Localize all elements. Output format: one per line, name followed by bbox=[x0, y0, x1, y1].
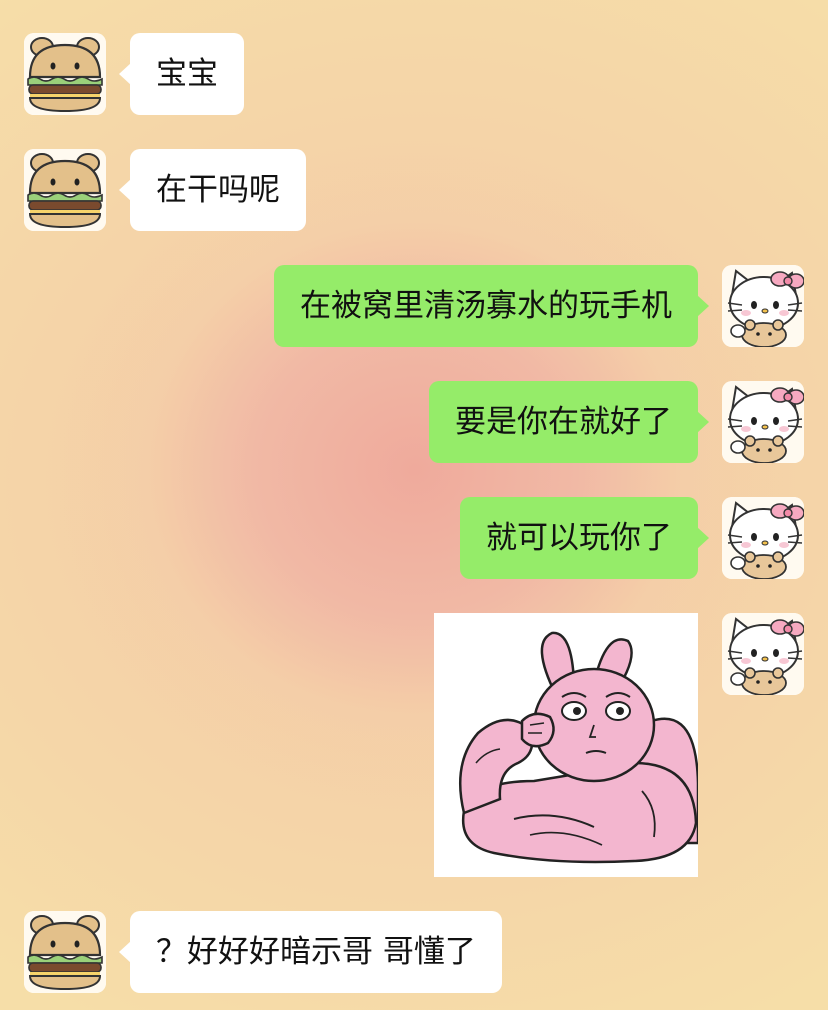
message-bubble-outgoing[interactable]: 要是你在就好了 bbox=[429, 381, 709, 463]
sticker-message[interactable] bbox=[434, 613, 698, 877]
hamburger-bear-icon bbox=[24, 33, 106, 115]
message-bubble-incoming[interactable]: ？好好好暗示哥 哥懂了 bbox=[119, 911, 502, 993]
message-text: 在被窝里清汤寡水的玩手机 bbox=[300, 288, 672, 324]
message-text: 要是你在就好了 bbox=[455, 404, 672, 440]
hello-kitty-avatar[interactable] bbox=[722, 381, 804, 463]
hello-kitty-avatar[interactable] bbox=[722, 497, 804, 579]
message-bubble-incoming[interactable]: 在干吗呢 bbox=[119, 149, 306, 231]
hamburger-bear-avatar[interactable] bbox=[24, 149, 106, 231]
hello-kitty-icon bbox=[722, 613, 804, 695]
hamburger-bear-avatar[interactable] bbox=[24, 33, 106, 115]
hamburger-bear-avatar[interactable] bbox=[24, 911, 106, 993]
message-bubble-outgoing[interactable]: 就可以玩你了 bbox=[460, 497, 709, 579]
hello-kitty-icon bbox=[722, 265, 804, 347]
hello-kitty-icon bbox=[722, 381, 804, 463]
message-bubble-outgoing[interactable]: 在被窝里清汤寡水的玩手机 bbox=[274, 265, 709, 347]
message-text: 就可以玩你了 bbox=[486, 520, 672, 556]
hamburger-bear-icon bbox=[24, 149, 106, 231]
muscular-pink-bunny-sticker bbox=[434, 613, 698, 877]
hello-kitty-icon bbox=[722, 497, 804, 579]
hello-kitty-avatar[interactable] bbox=[722, 265, 804, 347]
message-text: 宝宝 bbox=[156, 56, 218, 92]
message-text: ？好好好暗示哥 哥懂了 bbox=[156, 934, 476, 970]
message-text: 在干吗呢 bbox=[156, 172, 280, 208]
hello-kitty-avatar[interactable] bbox=[722, 613, 804, 695]
message-bubble-incoming[interactable]: 宝宝 bbox=[119, 33, 244, 115]
hamburger-bear-icon bbox=[24, 911, 106, 993]
